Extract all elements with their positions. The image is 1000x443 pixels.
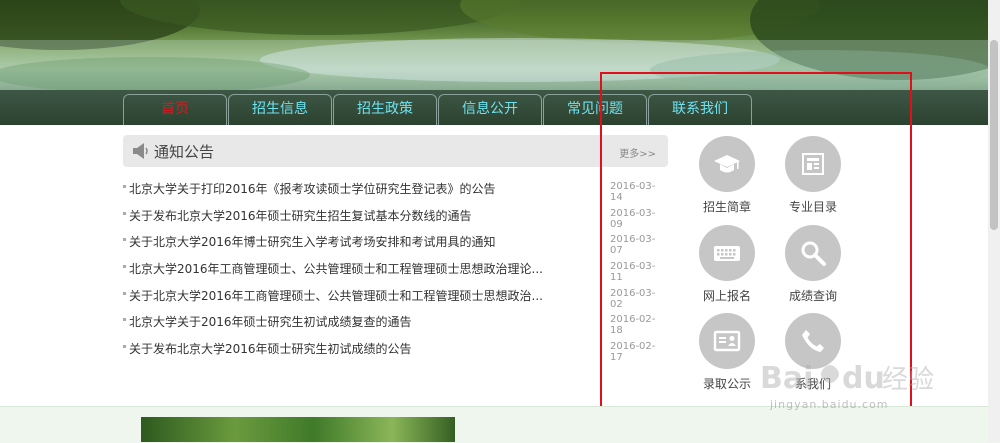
keyboard-icon	[699, 225, 755, 281]
watermark-url: jingyan.baidu.com	[770, 398, 889, 411]
nav-tab-faq[interactable]: 常见问题	[543, 94, 647, 125]
notice-link[interactable]: 北京大学关于2016年硕士研究生初试成绩复查的通告	[129, 313, 412, 330]
notice-list: 北京大学关于打印2016年《报考攻读硕士学位研究生登记表》的公告 2016-03…	[123, 175, 668, 364]
quick-link-label: 网上报名	[702, 289, 751, 303]
nav-tab-home[interactable]: 首页	[123, 94, 227, 125]
bullet	[123, 291, 126, 295]
svg-text:经验: 经验	[882, 365, 934, 395]
notice-date: 2016-03-07	[610, 234, 656, 257]
catalog-icon	[785, 136, 841, 192]
bullet	[123, 238, 126, 242]
notice-date: 2016-03-09	[610, 207, 656, 230]
id-card-icon	[699, 313, 755, 369]
nav-tab-admission-info[interactable]: 招生信息	[228, 94, 332, 125]
bullet	[123, 318, 126, 322]
notice-link[interactable]: 关于发布北京大学2016年硕士研究生初试成绩的公告	[129, 340, 412, 357]
list-item[interactable]: 关于发布北京大学2016年硕士研究生招生复试基本分数线的通告 2016-03-0…	[123, 202, 668, 230]
bullet	[123, 265, 126, 269]
notice-link[interactable]: 关于北京大学2016年工商管理硕士、公共管理硕士和工程管理硕士思想政治...	[129, 287, 543, 304]
notice-title: 通知公告	[154, 143, 215, 161]
bullet	[123, 345, 126, 349]
baidu-watermark-logo: Bai du 经验	[760, 358, 950, 402]
nav-tabs: 首页 招生信息 招生政策 信息公开 常见问题 联系我们	[123, 94, 753, 125]
page-scrollbar[interactable]	[988, 0, 1000, 442]
quick-link-online-registration[interactable]: 网上报名	[682, 225, 772, 304]
search-icon	[785, 225, 841, 281]
megaphone-icon	[131, 142, 151, 164]
notice-link[interactable]: 关于发布北京大学2016年硕士研究生招生复试基本分数线的通告	[129, 207, 472, 224]
graduation-cap-icon	[699, 136, 755, 192]
quick-link-admission-publicity[interactable]: 录取公示	[682, 313, 772, 392]
quick-link-label: 成绩查询	[788, 289, 837, 303]
scroll-thumb[interactable]	[990, 40, 998, 230]
bullet	[123, 211, 126, 215]
nav-tab-contact[interactable]: 联系我们	[648, 94, 752, 125]
bottom-banner-image	[141, 417, 455, 442]
quick-link-admission-brochure[interactable]: 招生简章	[682, 136, 772, 215]
quick-link-label: 录取公示	[702, 377, 751, 391]
list-item[interactable]: 北京大学关于打印2016年《报考攻读硕士学位研究生登记表》的公告 2016-03…	[123, 175, 668, 203]
quick-link-major-catalog[interactable]: 专业目录	[768, 136, 858, 215]
notice-header: 通知公告 更多>>	[123, 135, 668, 167]
notice-link[interactable]: 关于北京大学2016年博士研究生入学考试考场安排和考试用具的通知	[129, 233, 496, 250]
list-item[interactable]: 北京大学关于2016年硕士研究生初试成绩复查的通告 2016-02-18	[123, 308, 668, 337]
list-item[interactable]: 北京大学2016年工商管理硕士、公共管理硕士和工程管理硕士思想政治理论... 2…	[123, 255, 668, 284]
nav-tab-info-disclosure[interactable]: 信息公开	[438, 94, 542, 125]
notice-more-link[interactable]: 更多>>	[619, 145, 656, 160]
notice-date: 2016-03-11	[610, 261, 656, 284]
notice-date: 2016-03-02	[610, 287, 656, 310]
notice-date: 2016-02-17	[610, 341, 656, 364]
quick-link-score-query[interactable]: 成绩查询	[768, 225, 858, 304]
notice-date: 2016-03-14	[610, 181, 656, 203]
notice-link[interactable]: 北京大学关于打印2016年《报考攻读硕士学位研究生登记表》的公告	[129, 180, 496, 197]
bullet	[123, 185, 126, 188]
list-item[interactable]: 关于北京大学2016年工商管理硕士、公共管理硕士和工程管理硕士思想政治... 2…	[123, 282, 668, 310]
main-nav: 首页 招生信息 招生政策 信息公开 常见问题 联系我们	[0, 90, 1000, 125]
quick-link-label: 专业目录	[788, 200, 837, 214]
notice-date: 2016-02-18	[610, 314, 656, 337]
notice-link[interactable]: 北京大学2016年工商管理硕士、公共管理硕士和工程管理硕士思想政治理论...	[129, 260, 543, 277]
svg-text:Bai: Bai	[760, 361, 813, 396]
svg-text:du: du	[842, 361, 885, 396]
list-item[interactable]: 关于北京大学2016年博士研究生入学考试考场安排和考试用具的通知 2016-03…	[123, 228, 668, 257]
nav-tab-admission-policy[interactable]: 招生政策	[333, 94, 437, 125]
list-item[interactable]: 关于发布北京大学2016年硕士研究生初试成绩的公告 2016-02-17	[123, 335, 668, 364]
quick-link-label: 招生简章	[702, 200, 751, 214]
